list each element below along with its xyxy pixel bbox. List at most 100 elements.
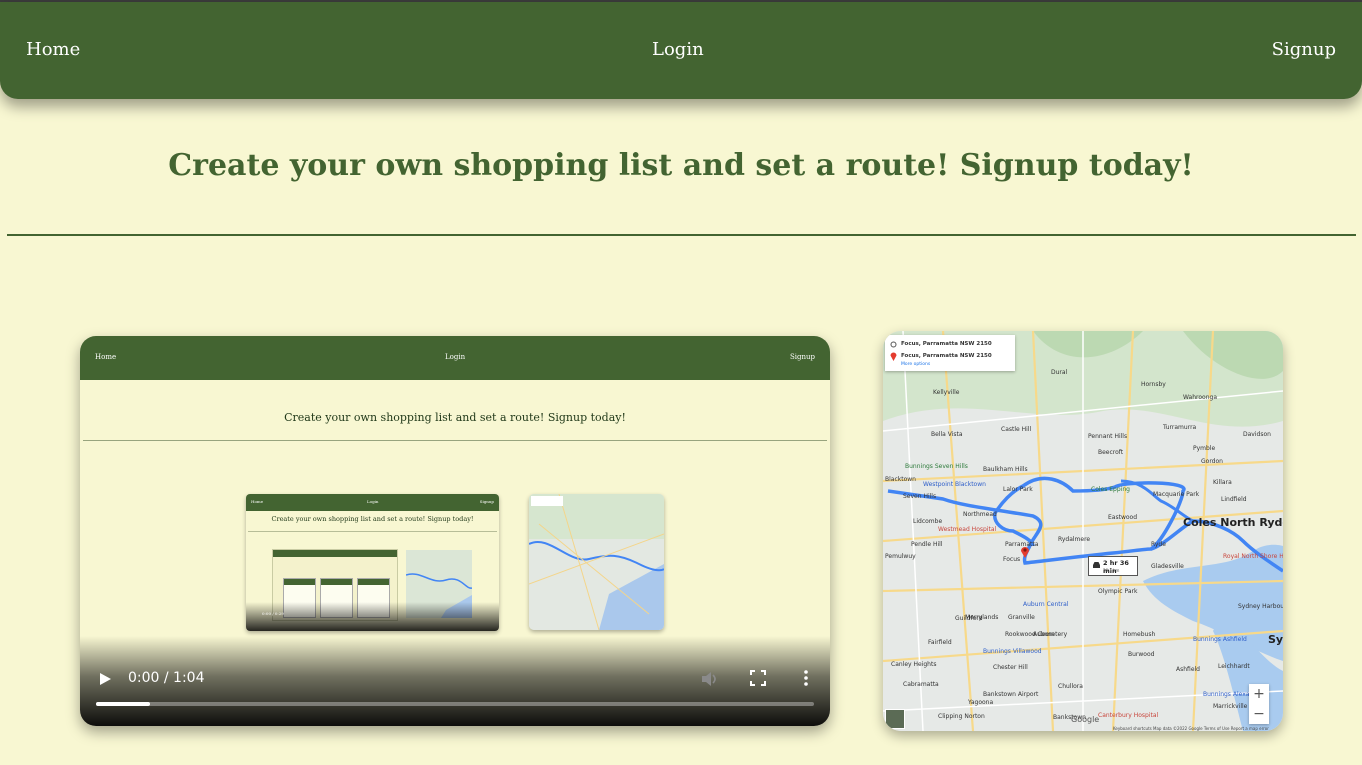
- map-place-label: Guildford: [955, 615, 983, 622]
- map-place-label: Canley Heights: [891, 661, 937, 668]
- demo-video-player[interactable]: Home Login Signup Create your own shoppi…: [80, 336, 830, 726]
- map-place-label: Hornsby: [1141, 381, 1166, 388]
- video-frame-map-graphic: [529, 494, 664, 630]
- map-place-label: Chullora: [1058, 683, 1083, 690]
- video-progress-fill: [96, 702, 150, 706]
- map-place-label: Chester Hill: [993, 664, 1028, 671]
- map-place-label: Leichhardt: [1218, 663, 1250, 670]
- inner-video-heading: Create your own shopping list and set a …: [271, 515, 474, 523]
- map-place-label: Lidcombe: [913, 518, 943, 525]
- map-place-label: Gladesville: [1151, 563, 1184, 570]
- inner-video-time: 0:00 / 0:29: [262, 611, 284, 616]
- inner-nav-home: Home: [251, 499, 264, 504]
- map-place-label: Pennant Hills: [1088, 433, 1128, 440]
- map-place-label: Westmead Hospital: [938, 526, 997, 533]
- directions-destination: Focus, Parramatta NSW 2150: [901, 353, 992, 359]
- map-place-label: Castle Hill: [1001, 426, 1032, 433]
- map-place-label: Sydney Harbour Bridge: [1238, 603, 1283, 610]
- inner-video-navbar: Home Login Signup: [246, 494, 499, 511]
- video-frame-nav-signup: Signup: [789, 353, 815, 361]
- fullscreen-icon[interactable]: [750, 670, 766, 686]
- map-footer-attribution[interactable]: Keyboard shortcuts Map data ©2022 Google…: [1113, 726, 1269, 731]
- inner-list-card-head: [284, 579, 315, 585]
- map-place-label: Focus: [1003, 556, 1021, 563]
- nav-login-link[interactable]: Login: [652, 39, 704, 60]
- map-place-label: Seven Hills: [903, 493, 937, 500]
- video-frame-heading: Create your own shopping list and set a …: [284, 411, 626, 424]
- destination-pin-icon: [890, 352, 897, 361]
- map-layer-toggle[interactable]: [885, 709, 905, 729]
- nav-home-link[interactable]: Home: [26, 39, 80, 60]
- nav-signup-link[interactable]: Signup: [1272, 39, 1336, 60]
- map-place-label: Coles Epping: [1091, 486, 1130, 493]
- video-frame-inner-video: Home Login Signup Create your own shoppi…: [246, 494, 499, 631]
- map-place-label: Northmead: [963, 511, 997, 518]
- zoom-out-button[interactable]: −: [1249, 704, 1269, 724]
- map-place-label: Marrickville: [1213, 703, 1248, 710]
- map-place-label: Pymble: [1193, 445, 1216, 452]
- inner-nav-login: Login: [367, 499, 379, 504]
- map-place-label: Olympic Park: [1098, 588, 1138, 595]
- inner-video-controls: [246, 602, 499, 631]
- page-heading: Create your own shopping list and set a …: [168, 148, 1194, 183]
- map-place-label: Ashfield: [1176, 666, 1200, 673]
- video-frame-nav-home: Home: [95, 353, 117, 361]
- map-place-label: Parramatta: [1005, 541, 1039, 548]
- play-icon[interactable]: [98, 672, 112, 686]
- map-place-label: Auburn Central: [1023, 601, 1069, 608]
- map-place-label: Rydalmere: [1058, 536, 1091, 543]
- map-place-label: Macquarie Park: [1153, 491, 1200, 498]
- map-place-label: Dural: [1051, 369, 1068, 376]
- volume-icon[interactable]: [700, 670, 720, 688]
- map-place-label: Rookwood Cemetery: [1005, 631, 1068, 638]
- map-place-label: Burwood: [1128, 651, 1155, 658]
- map-zoom-controls: + −: [1249, 684, 1269, 724]
- map-place-label: Eastwood: [1108, 514, 1138, 521]
- map-place-label: Ryde: [1151, 541, 1166, 548]
- map-place-label: Bunnings Seven Hills: [905, 463, 968, 470]
- inner-list-card-head: [321, 579, 352, 585]
- map-place-label: Coles North Ryde: [1183, 516, 1283, 529]
- map-place-label: Gordon: [1201, 458, 1223, 465]
- video-frame-navbar: Home Login Signup: [80, 336, 830, 380]
- map-place-label: Kellyville: [933, 389, 960, 396]
- map-place-label: Wahroonga: [1183, 394, 1217, 401]
- inner-nav-signup: Signup: [479, 499, 494, 504]
- map-place-label: Cabramatta: [903, 681, 939, 688]
- video-frame-divider: [83, 440, 827, 441]
- map-place-label: Canterbury Hospital: [1098, 712, 1159, 719]
- map-place-label: Homebush: [1123, 631, 1156, 638]
- map-place-label: Killara: [1213, 479, 1232, 486]
- inner-list-card-head: [358, 579, 389, 585]
- map-place-label: Blacktown: [885, 476, 916, 483]
- map-place-label: Westpoint Blacktown: [923, 481, 986, 488]
- directions-panel[interactable]: Focus, Parramatta NSW 2150 Focus, Parram…: [885, 335, 1015, 371]
- directions-more-options-link[interactable]: More options: [901, 362, 930, 367]
- map-place-label: Fairfield: [928, 639, 952, 646]
- map-place-label: Granville: [1008, 614, 1035, 621]
- map-place-label: Davidson: [1243, 431, 1271, 438]
- inner-shopping-list-bar: [273, 550, 397, 557]
- zoom-in-button[interactable]: +: [1249, 684, 1269, 704]
- map-place-label: Beecroft: [1098, 449, 1124, 456]
- map-place-label: Bunnings Ashfield: [1193, 636, 1247, 643]
- map-place-label: Pemulwuy: [885, 553, 916, 560]
- video-frame-nav-login: Login: [445, 353, 466, 361]
- map-place-label: Baulkham Hills: [983, 466, 1028, 473]
- car-icon: [1093, 562, 1100, 568]
- map-place-label: Royal North Shore Hospital: [1223, 553, 1283, 560]
- route-map[interactable]: Focus, Parramatta NSW 2150 Focus, Parram…: [883, 331, 1283, 731]
- map-place-label: Pendle Hill: [911, 541, 943, 548]
- map-place-label: Lalor Park: [1003, 486, 1033, 493]
- map-place-label: Bunnings Villawood: [983, 648, 1042, 655]
- map-place-label: Sydney: [1268, 633, 1283, 646]
- more-vert-icon[interactable]: [800, 669, 812, 687]
- video-progress-bar[interactable]: [96, 702, 814, 706]
- inner-video-divider: [248, 531, 497, 532]
- map-place-label: Lindfield: [1221, 496, 1247, 503]
- map-place-label: Turramurra: [1163, 424, 1197, 431]
- origin-circle-icon: [890, 341, 897, 348]
- navbar: Home Login Signup: [0, 2, 1362, 99]
- video-frame-map-preview: [529, 494, 664, 630]
- route-time-callout: 2 hr 36 min 26.1 km: [1088, 556, 1138, 576]
